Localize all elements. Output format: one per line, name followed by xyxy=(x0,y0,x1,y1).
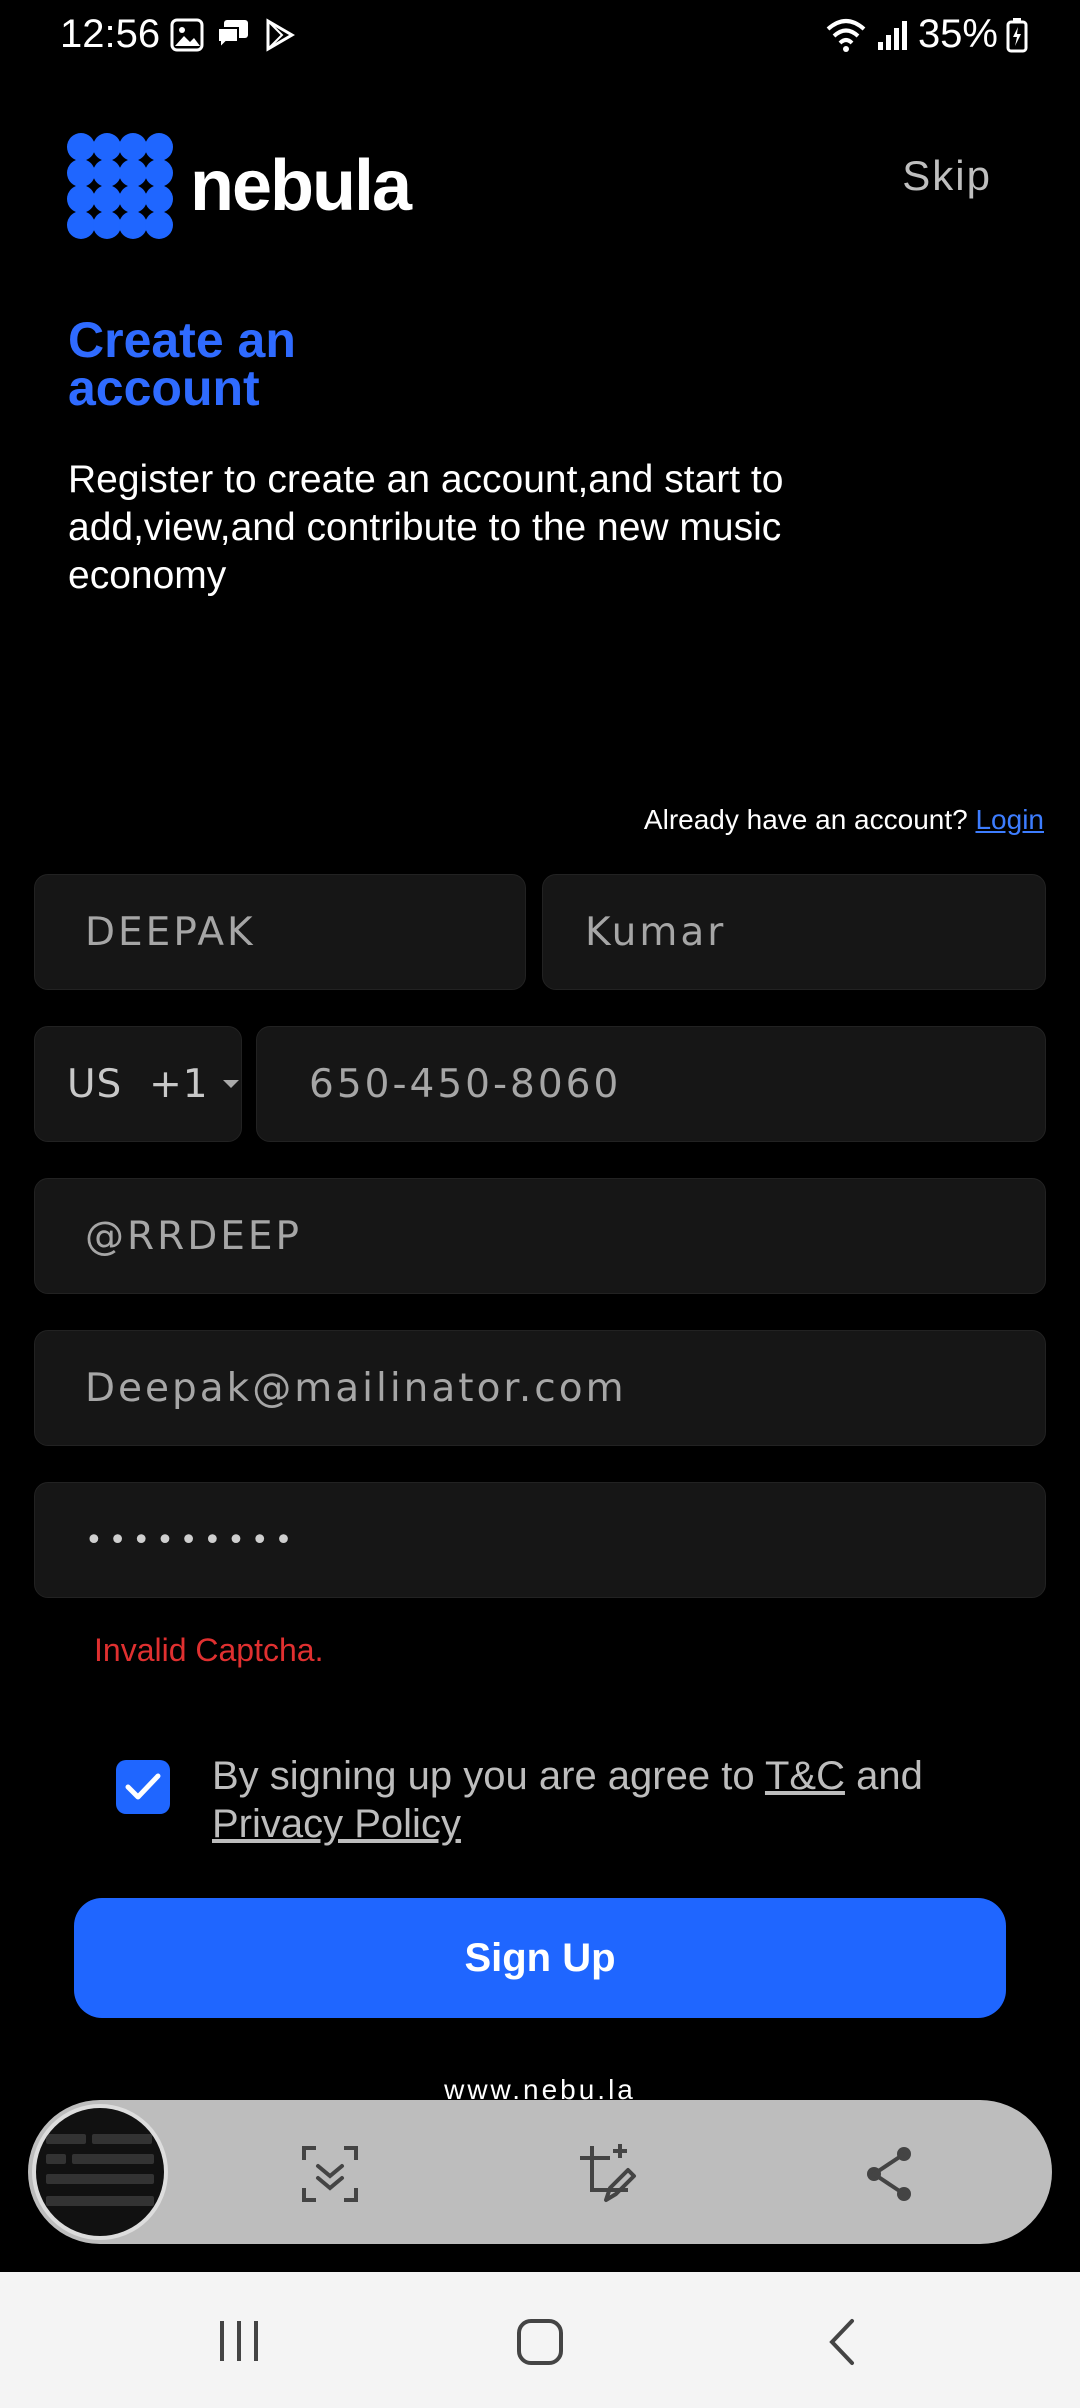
thumb-line xyxy=(46,2174,154,2184)
wifi-icon xyxy=(826,18,866,52)
phone-value: 650-450-8060 xyxy=(309,1061,622,1107)
terms-row: By signing up you are agree to T&C and P… xyxy=(116,1752,952,1848)
recent-apps-icon[interactable] xyxy=(214,2318,264,2364)
skip-button[interactable]: Skip xyxy=(902,152,992,200)
last-name-value: Kumar xyxy=(585,909,727,955)
username-input[interactable]: @RRDEEP xyxy=(34,1178,1046,1294)
terms-middle: and xyxy=(844,1754,934,1798)
logo-dots-icon xyxy=(67,133,173,239)
home-icon[interactable] xyxy=(516,2318,564,2366)
status-time: 12:56 xyxy=(60,12,161,56)
privacy-policy-link[interactable]: Privacy Policy xyxy=(212,1802,461,1846)
share-icon[interactable] xyxy=(858,2142,922,2206)
thumb-line xyxy=(46,2154,66,2164)
signal-icon xyxy=(877,20,907,50)
checkmark-icon xyxy=(125,1773,161,1800)
battery-percent: 35% xyxy=(917,12,998,56)
terms-prefix: By signing up you are agree to xyxy=(212,1754,765,1798)
battery-icon xyxy=(1006,17,1028,52)
sign-up-button[interactable]: Sign Up xyxy=(74,1898,1006,2018)
last-name-input[interactable]: Kumar xyxy=(542,874,1046,990)
nebula-logo: nebula xyxy=(66,132,412,240)
password-input[interactable]: ••••••••• xyxy=(34,1482,1046,1598)
notification-icons xyxy=(170,18,296,52)
login-prompt-text: Already have an account? xyxy=(643,804,968,835)
screenshot-thumbnail[interactable] xyxy=(32,2104,168,2240)
play-store-icon xyxy=(266,18,295,52)
first-name-input[interactable]: DEEPAK xyxy=(34,874,526,990)
system-nav-bar xyxy=(0,2272,1080,2408)
tc-link[interactable]: T&C xyxy=(765,1754,845,1798)
scroll-capture-icon[interactable] xyxy=(298,2142,362,2206)
screenshot-toolbar xyxy=(28,2100,1052,2244)
back-icon[interactable] xyxy=(826,2318,858,2366)
login-link[interactable]: Login xyxy=(975,804,1044,835)
first-name-value: DEEPAK xyxy=(85,909,256,955)
login-prompt: Already have an account? Login xyxy=(644,804,1044,836)
thumb-line xyxy=(72,2154,154,2164)
password-value: ••••••••• xyxy=(85,1522,299,1558)
country-code-select[interactable]: US +1 xyxy=(34,1026,242,1142)
phone-input[interactable]: 650-450-8060 xyxy=(256,1026,1046,1142)
username-value: @RRDEEP xyxy=(85,1213,303,1259)
terms-checkbox[interactable] xyxy=(116,1760,170,1814)
thumb-line xyxy=(92,2134,152,2144)
email-value: Deepak@mailinator.com xyxy=(85,1365,627,1411)
crop-edit-icon[interactable] xyxy=(576,2142,640,2206)
captcha-error: Invalid Captcha. xyxy=(94,1632,324,1668)
message-icon xyxy=(217,20,248,51)
page-title: Create an account xyxy=(68,312,296,416)
chevron-down-icon xyxy=(222,1080,239,1088)
logo-text: nebula xyxy=(190,146,412,226)
thumb-line xyxy=(46,2134,86,2144)
page-subtitle: Register to create an account,and start … xyxy=(68,458,784,597)
email-input[interactable]: Deepak@mailinator.com xyxy=(34,1330,1046,1446)
thumb-line xyxy=(46,2196,154,2206)
image-icon xyxy=(170,18,204,52)
terms-text: By signing up you are agree to T&C and P… xyxy=(212,1752,952,1848)
status-bar: 12:56 35% xyxy=(0,0,1080,72)
status-right: 35% xyxy=(824,12,1028,57)
country-code-value: US +1 xyxy=(67,1061,209,1107)
